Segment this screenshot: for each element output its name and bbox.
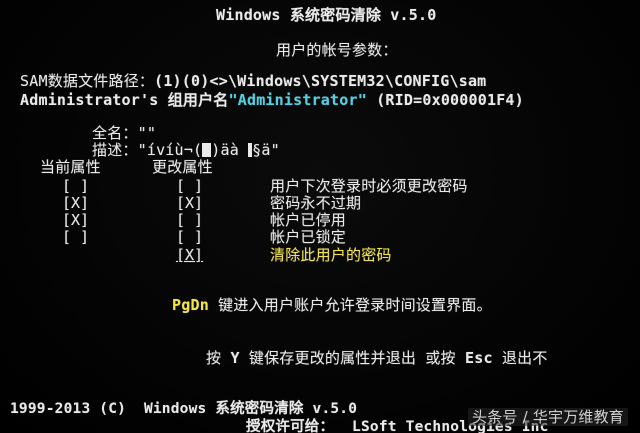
account-line: Administrator's 组用户名"Administrator" (RID…: [20, 91, 524, 109]
column-header-change: 更改属性: [152, 158, 213, 176]
description-value: "ívíù¬(: [137, 141, 203, 159]
attr-current-must-change-password: [ ]: [62, 177, 90, 195]
description-value-2: )äà: [211, 141, 249, 159]
description-row: 描述："ívíù¬( )äà §ä": [92, 141, 280, 159]
account-rid: (RID=0x000001F4): [376, 91, 524, 109]
fullname-value: "": [137, 124, 157, 142]
attr-label-password-never-expires: 密码永不过期: [270, 194, 362, 212]
attr-change-clear-password[interactable]: [X]: [176, 246, 203, 264]
pgdn-hint-text: 键进入用户账户允许登录时间设置界面。: [218, 296, 492, 314]
attr-label-account-locked: 帐户已锁定: [270, 228, 347, 246]
pgdn-key[interactable]: PgDn: [172, 296, 209, 314]
description-label: 描述：: [92, 141, 138, 159]
save-exit-hint: 按 Y 键保存更改的属性并退出 或按 Esc 退出不: [206, 349, 548, 367]
attr-change-must-change-password[interactable]: [ ]: [176, 177, 203, 195]
attr-change-account-locked[interactable]: [ ]: [176, 228, 203, 246]
y-key[interactable]: Y: [230, 349, 239, 367]
console-screen: Windows 系统密码清除 v.5.0 用户的帐号参数： SAM数据文件路径：…: [0, 0, 640, 433]
pgdn-hint: PgDn 键进入用户账户允许登录时间设置界面。: [172, 296, 492, 314]
account-group-label: Administrator's 组用户名: [20, 91, 229, 109]
sam-path-label: SAM数据文件路径：: [20, 72, 155, 90]
watermark-overlay: 头条号 / 华宇万维教育: [468, 408, 628, 426]
copyright-line: 1999-2013 (C) Windows 系统密码清除 v.5.0: [10, 401, 358, 417]
esc-key[interactable]: Esc: [465, 349, 493, 367]
hint-text-press: 按: [206, 349, 222, 367]
hint-text-save: 键保存更改的属性并退出 或按: [248, 349, 456, 367]
attr-label-must-change-password: 用户下次登录时必须更改密码: [270, 177, 468, 195]
column-header-current: 当前属性: [40, 158, 101, 176]
attr-current-account-locked: [ ]: [62, 228, 90, 246]
section-heading: 用户的帐号参数：: [276, 41, 398, 59]
attr-label-account-disabled: 帐户已停用: [270, 211, 347, 229]
sam-path-line: SAM数据文件路径：(1)(0)<>\Windows\SYSTEM32\CONF…: [20, 72, 486, 90]
app-title: Windows 系统密码清除 v.5.0: [216, 6, 437, 24]
account-username: "Administrator": [228, 91, 367, 109]
attr-label-clear-password: 清除此用户的密码: [270, 246, 392, 264]
fullname-row: 全名："": [92, 124, 156, 142]
attr-change-password-never-expires[interactable]: [X]: [176, 194, 203, 212]
attr-current-account-disabled: [X]: [62, 211, 90, 229]
fullname-label: 全名：: [92, 124, 138, 142]
attr-current-password-never-expires: [X]: [62, 194, 90, 212]
attr-change-account-disabled[interactable]: [ ]: [176, 211, 203, 229]
hint-text-exit: 退出不: [501, 349, 548, 367]
sam-path-value: (1)(0)<>\Windows\SYSTEM32\CONFIG\sam: [154, 72, 487, 90]
text-cursor: [202, 143, 212, 157]
description-value-3: §ä": [252, 141, 280, 159]
